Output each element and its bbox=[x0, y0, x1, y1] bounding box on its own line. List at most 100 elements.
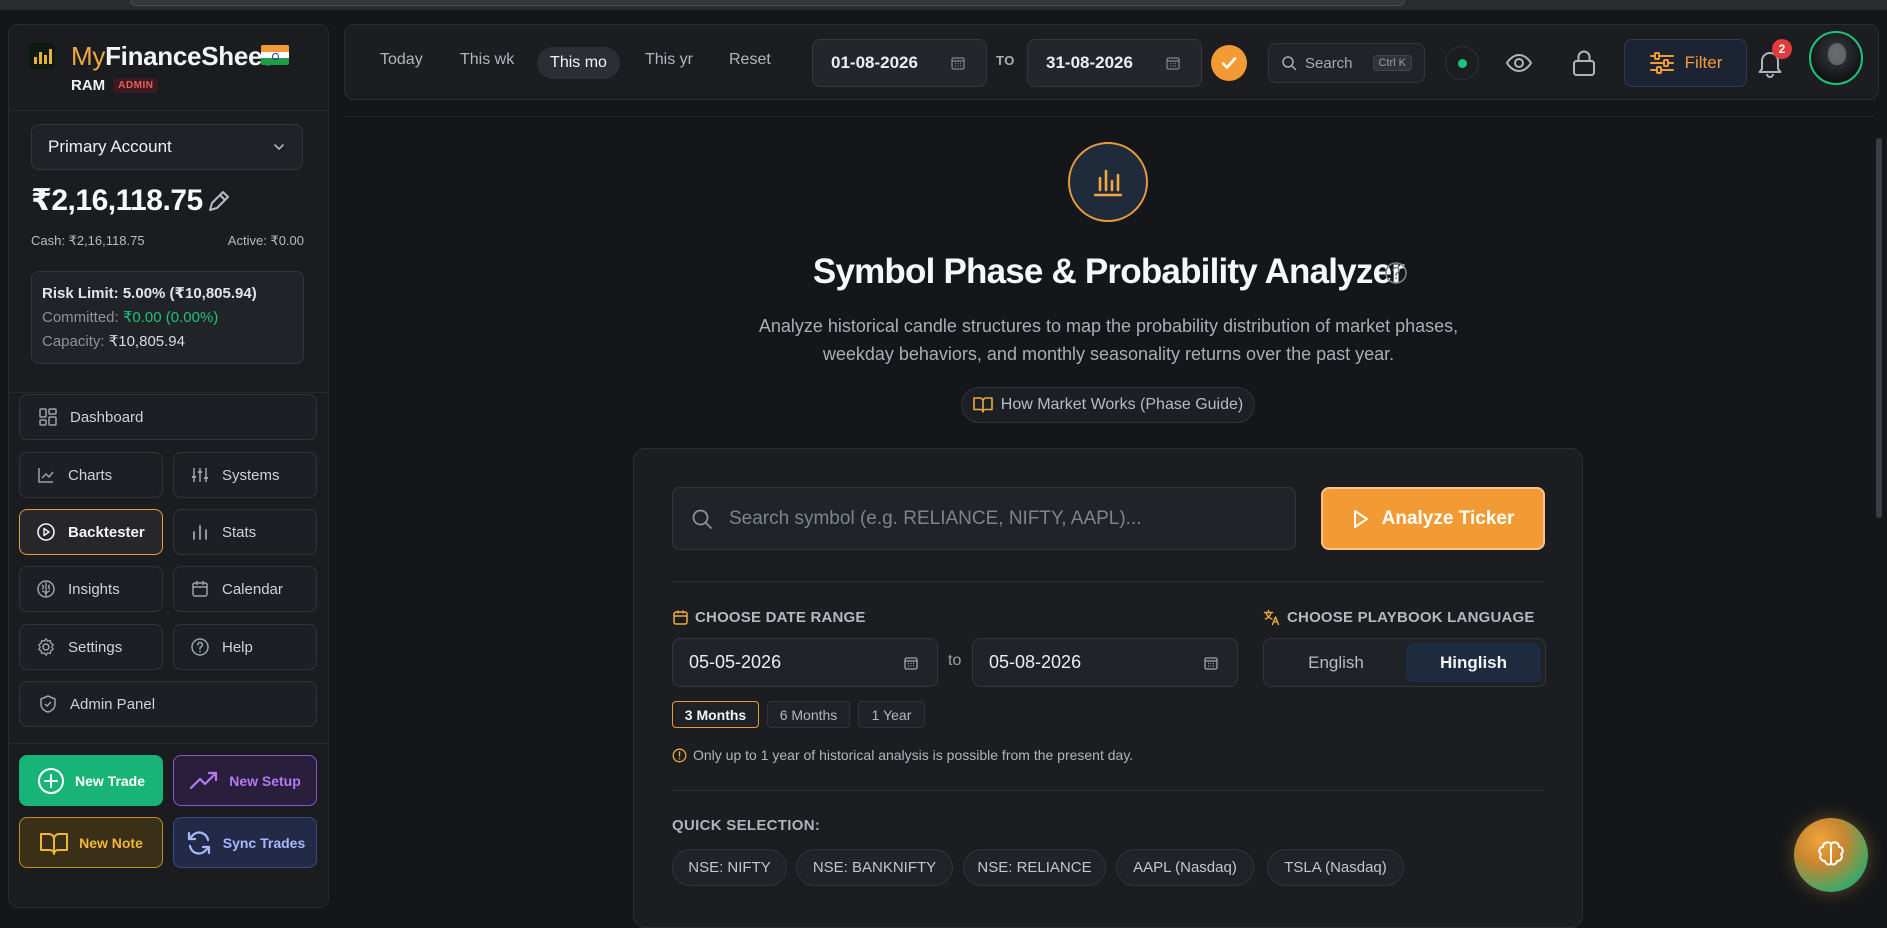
check-icon bbox=[1221, 57, 1237, 69]
period-this-month[interactable]: This mo bbox=[537, 47, 620, 79]
visibility-toggle-button[interactable] bbox=[1501, 45, 1537, 81]
new-note-button[interactable]: New Note bbox=[19, 817, 163, 868]
nav-label: Charts bbox=[68, 466, 113, 484]
help-circle-icon bbox=[191, 638, 209, 656]
nav-insights[interactable]: Insights bbox=[19, 566, 163, 612]
language-heading: CHOOSE PLAYBOOK LANGUAGE bbox=[1263, 609, 1535, 626]
symbol-search-input[interactable] bbox=[729, 507, 1269, 530]
calendar-icon bbox=[904, 656, 918, 670]
phase-guide-label: How Market Works (Phase Guide) bbox=[1000, 396, 1244, 413]
period-this-year[interactable]: This yr bbox=[645, 51, 693, 69]
lock-icon bbox=[1573, 50, 1595, 76]
calendar-icon bbox=[1204, 656, 1218, 670]
language-option-english[interactable]: English bbox=[1268, 643, 1404, 682]
search-icon bbox=[692, 509, 712, 529]
subtitle-line: Analyze historical candle structures to … bbox=[758, 316, 1459, 336]
edit-pencil-icon[interactable] bbox=[203, 187, 233, 217]
account-select-value: Primary Account bbox=[48, 137, 172, 156]
nav-label: Help bbox=[222, 638, 253, 656]
preset-3-months[interactable]: 3 Months bbox=[672, 701, 759, 728]
plus-circle-icon bbox=[37, 767, 64, 794]
range-limit-text: Only up to 1 year of historical analysis… bbox=[693, 747, 1134, 763]
preset-6-months[interactable]: 6 Months bbox=[767, 701, 850, 728]
book-open-icon bbox=[972, 397, 993, 413]
filter-button[interactable]: Filter bbox=[1624, 39, 1747, 87]
period-today[interactable]: Today bbox=[380, 51, 423, 69]
period-this-week[interactable]: This wk bbox=[460, 51, 514, 69]
new-note-label: New Note bbox=[79, 834, 143, 851]
nav-charts[interactable]: Charts bbox=[19, 452, 163, 498]
range-to-input[interactable]: 05-08-2026 bbox=[972, 638, 1238, 687]
user-avatar[interactable] bbox=[1809, 31, 1863, 85]
search-label: Search bbox=[1305, 54, 1353, 72]
quick-chip-aapl[interactable]: AAPL (Nasdaq) bbox=[1116, 849, 1254, 886]
global-search[interactable]: Search Ctrl K bbox=[1268, 43, 1425, 83]
new-trade-label: New Trade bbox=[74, 772, 146, 789]
calendar-icon bbox=[1166, 57, 1180, 70]
date-to-separator: TO bbox=[996, 53, 1015, 68]
analyzer-card: Analyze Ticker CHOOSE DATE RANGE CHOOSE … bbox=[633, 448, 1583, 928]
divider bbox=[9, 743, 328, 744]
symbol-search-field[interactable] bbox=[672, 487, 1296, 550]
range-limit-note: Only up to 1 year of historical analysis… bbox=[672, 747, 1133, 763]
notification-count-badge: 2 bbox=[1772, 39, 1792, 59]
search-shortcut: Ctrl K bbox=[1372, 55, 1412, 71]
nav-label: Systems bbox=[222, 466, 280, 484]
status-dot-icon bbox=[1457, 58, 1467, 68]
app-title: MyFinanceSheet bbox=[71, 41, 271, 71]
line-chart-icon bbox=[38, 468, 54, 483]
nav-help[interactable]: Help bbox=[173, 624, 317, 670]
eye-icon bbox=[1505, 53, 1533, 73]
top-bar: Today This wk This mo This yr Reset 01-0… bbox=[344, 24, 1879, 100]
ai-assistant-button[interactable] bbox=[1794, 818, 1868, 892]
analyze-ticker-button[interactable]: Analyze Ticker bbox=[1321, 487, 1545, 550]
brain-icon bbox=[37, 580, 55, 598]
quick-chip-nifty[interactable]: NSE: NIFTY bbox=[672, 849, 787, 886]
play-icon bbox=[1353, 509, 1368, 528]
capacity-label: Capacity: bbox=[42, 333, 105, 350]
date-to-input[interactable]: 31-08-2026 bbox=[1027, 39, 1202, 87]
active-amount: Active: ₹0.00 bbox=[227, 233, 304, 248]
date-to-value: 31-08-2026 bbox=[1046, 53, 1133, 72]
translate-icon bbox=[1263, 609, 1280, 626]
phase-guide-button[interactable]: How Market Works (Phase Guide) bbox=[961, 387, 1255, 423]
filter-sliders-icon bbox=[1649, 52, 1674, 74]
quick-chip-tsla[interactable]: TSLA (Nasdaq) bbox=[1267, 849, 1404, 886]
grid-icon bbox=[39, 408, 57, 426]
nav-label: Admin Panel bbox=[70, 695, 156, 713]
nav-label: Backtester bbox=[68, 523, 145, 541]
nav-label: Insights bbox=[68, 580, 120, 598]
quick-chip-banknifty[interactable]: NSE: BANKNIFTY bbox=[796, 849, 953, 886]
browser-address-bar[interactable] bbox=[130, 0, 1405, 6]
page-scrollbar[interactable] bbox=[1876, 138, 1882, 518]
nav-backtester[interactable]: Backtester bbox=[19, 509, 163, 555]
analyzer-hero-icon bbox=[1068, 142, 1148, 222]
quick-selection-label: QUICK SELECTION: bbox=[672, 817, 821, 834]
cash-amount: Cash: ₹2,16,118.75 bbox=[31, 233, 145, 248]
nav-label: Calendar bbox=[222, 580, 283, 598]
nav-systems[interactable]: Systems bbox=[173, 452, 317, 498]
apply-date-button[interactable] bbox=[1211, 45, 1247, 81]
nav-admin-panel[interactable]: Admin Panel bbox=[19, 681, 317, 727]
bar-chart-icon bbox=[1093, 169, 1123, 197]
preset-1-year[interactable]: 1 Year bbox=[858, 701, 925, 728]
nav-settings[interactable]: Settings bbox=[19, 624, 163, 670]
help-circle-icon[interactable] bbox=[1384, 261, 1408, 285]
language-option-hinglish[interactable]: Hinglish bbox=[1406, 643, 1541, 682]
nav-calendar[interactable]: Calendar bbox=[173, 566, 317, 612]
date-from-input[interactable]: 01-08-2026 bbox=[812, 39, 987, 87]
refresh-icon bbox=[187, 830, 210, 855]
sync-trades-button[interactable]: Sync Trades bbox=[173, 817, 317, 868]
range-from-input[interactable]: 05-05-2026 bbox=[672, 638, 938, 687]
search-icon bbox=[1282, 56, 1297, 71]
account-select[interactable]: Primary Account bbox=[31, 124, 303, 170]
new-setup-label: New Setup bbox=[229, 772, 301, 789]
new-setup-button[interactable]: New Setup bbox=[173, 755, 317, 806]
quick-chip-reliance[interactable]: NSE: RELIANCE bbox=[963, 849, 1106, 886]
nav-stats[interactable]: Stats bbox=[173, 509, 317, 555]
nav-dashboard[interactable]: Dashboard bbox=[19, 394, 317, 440]
period-reset[interactable]: Reset bbox=[729, 51, 771, 69]
user-name: RAM bbox=[71, 77, 106, 94]
new-trade-button[interactable]: New Trade bbox=[19, 755, 163, 806]
lock-button[interactable] bbox=[1566, 45, 1602, 81]
